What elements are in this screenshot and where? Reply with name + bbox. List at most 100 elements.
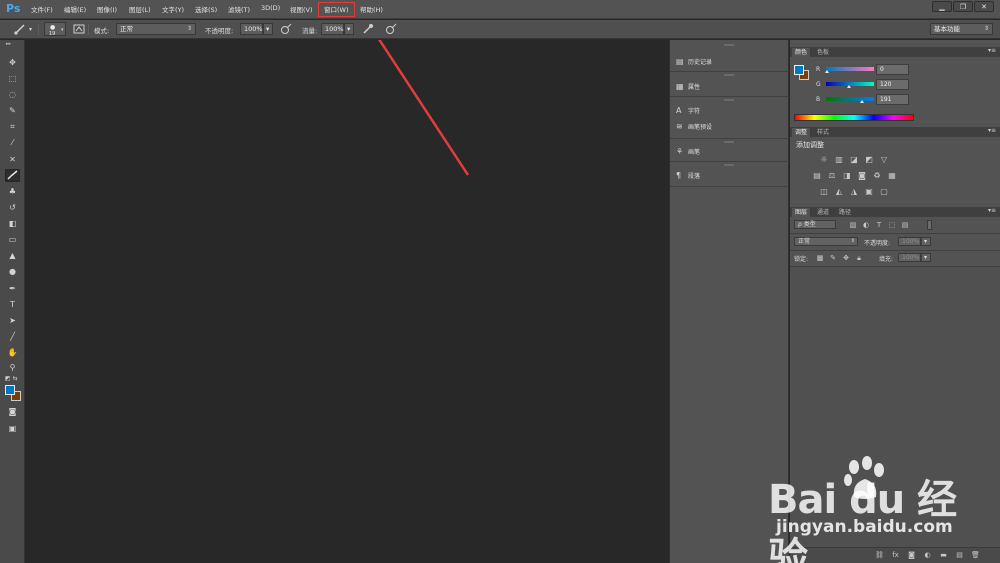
hand-tool-icon[interactable]: ✋ xyxy=(5,346,20,359)
color-panel-foreground-swatch[interactable] xyxy=(794,65,804,75)
curves-icon[interactable]: ◪ xyxy=(849,155,859,165)
dock-paragraph[interactable]: ¶ 段落 xyxy=(676,171,700,185)
mode-select[interactable]: 正常 ⇕ xyxy=(116,23,196,35)
marquee-tool-icon[interactable]: ⬚ xyxy=(5,72,20,85)
pressure-opacity-icon[interactable] xyxy=(279,23,292,36)
line-tool-icon[interactable]: ╱ xyxy=(5,330,20,343)
slider-b[interactable] xyxy=(826,97,874,101)
tab-layers[interactable]: 图层 xyxy=(792,208,811,217)
fill-dropdown[interactable]: ▾ xyxy=(921,253,931,262)
filter-smart-object-icon[interactable]: ▤ xyxy=(900,220,910,230)
dock-character[interactable]: A 字符 xyxy=(676,106,700,120)
history-brush-tool-icon[interactable]: ↺ xyxy=(5,201,20,214)
layer-filter-select[interactable]: ρ 类型 xyxy=(794,220,836,229)
dock-grip[interactable] xyxy=(724,164,734,166)
brush-panel-toggle-icon[interactable] xyxy=(72,23,85,36)
dock-grip[interactable] xyxy=(724,74,734,76)
photo-filter-icon[interactable]: ◙ xyxy=(857,171,867,181)
pen-tool-icon[interactable]: ✒ xyxy=(5,282,20,295)
brush-tool-icon[interactable] xyxy=(5,169,20,182)
filter-pixel-icon[interactable]: ▨ xyxy=(848,220,858,230)
menu-layer[interactable]: 图层(L) xyxy=(129,4,151,16)
tab-swatches[interactable]: 色板 xyxy=(814,48,832,57)
tab-styles[interactable]: 样式 xyxy=(814,128,832,137)
dodge-tool-icon[interactable]: ● xyxy=(5,265,20,278)
filter-shape-icon[interactable]: ⬚ xyxy=(887,220,897,230)
menu-view[interactable]: 视图(V) xyxy=(290,4,313,16)
fill-input[interactable]: 100% xyxy=(898,253,921,262)
workspace-select[interactable]: 基本功能 ⇕ xyxy=(930,23,993,35)
tab-channels[interactable]: 通道 xyxy=(814,208,832,217)
opacity-dropdown-button[interactable]: ▾ xyxy=(263,23,273,35)
chevron-down-icon[interactable]: ▾ xyxy=(27,23,34,36)
dock-grip[interactable] xyxy=(724,99,734,101)
lasso-tool-icon[interactable]: ◌ xyxy=(5,88,20,101)
panel-menu-icon[interactable]: ▾≡ xyxy=(988,207,996,214)
screen-mode-icon[interactable]: ▣ xyxy=(5,422,20,435)
layer-opacity-dropdown[interactable]: ▾ xyxy=(921,237,931,246)
panel-menu-icon[interactable]: ▾≡ xyxy=(988,47,996,54)
filter-toggle[interactable] xyxy=(927,220,932,230)
lock-all-icon[interactable]: 🔒︎ xyxy=(854,253,864,263)
channel-mixer-icon[interactable]: ♻ xyxy=(872,171,882,181)
default-colors-icon[interactable]: ◩ ⇆ xyxy=(5,375,18,382)
minimize-button[interactable]: ▁ xyxy=(932,1,952,12)
restore-button[interactable]: ❐ xyxy=(953,1,973,12)
menu-3d[interactable]: 3D(D) xyxy=(261,4,280,16)
quick-selection-tool-icon[interactable]: ✎ xyxy=(5,104,20,117)
menu-type[interactable]: 文字(Y) xyxy=(162,4,184,16)
color-spectrum-bar[interactable] xyxy=(794,114,914,121)
posterize-icon[interactable]: ◭ xyxy=(834,187,844,197)
vibrance-icon[interactable]: ▽ xyxy=(879,155,889,165)
quick-mask-icon[interactable]: ◙ xyxy=(5,405,20,418)
gradient-tool-icon[interactable]: ▭ xyxy=(5,233,20,246)
lock-pixels-icon[interactable]: ✎ xyxy=(828,253,838,263)
menu-help[interactable]: 帮助(H) xyxy=(360,4,383,16)
slider-r[interactable] xyxy=(826,67,874,71)
lock-transparent-icon[interactable]: ▩ xyxy=(815,253,825,263)
move-tool-icon[interactable]: ✥ xyxy=(5,56,20,69)
black-white-icon[interactable]: ◨ xyxy=(842,171,852,181)
crop-tool-icon[interactable]: ⌗ xyxy=(5,120,20,133)
threshold-icon[interactable]: ◮ xyxy=(849,187,859,197)
color-lookup-icon[interactable]: ▦ xyxy=(887,171,897,181)
menu-edit[interactable]: 编辑(E) xyxy=(64,4,86,16)
filter-adjustment-icon[interactable]: ◐ xyxy=(861,220,871,230)
menu-filter[interactable]: 滤镜(T) xyxy=(228,4,250,16)
slider-g-thumb[interactable] xyxy=(847,85,851,88)
flow-dropdown-button[interactable]: ▾ xyxy=(344,23,354,35)
dock-grip[interactable] xyxy=(724,141,734,143)
dock-history[interactable]: ▤ 历史记录 xyxy=(676,57,712,71)
invert-icon[interactable]: ◫ xyxy=(819,187,829,197)
tab-adjustments[interactable]: 调整 xyxy=(792,128,811,137)
dock-properties[interactable]: ▦ 属性 xyxy=(676,82,700,96)
close-button[interactable]: ✕ xyxy=(974,1,994,12)
clone-stamp-tool-icon[interactable]: ♣ xyxy=(5,185,20,198)
color-balance-icon[interactable]: ⚖ xyxy=(827,171,837,181)
dock-brush[interactable]: ⚘ 画笔 xyxy=(676,147,700,161)
airbrush-icon[interactable] xyxy=(361,23,374,36)
selective-color-icon[interactable]: ▣ xyxy=(864,187,874,197)
dock-grip[interactable] xyxy=(724,44,734,46)
pressure-size-icon[interactable] xyxy=(384,23,397,36)
slider-b-thumb[interactable] xyxy=(860,100,864,103)
dock-brush-presets[interactable]: ≋ 画笔预设 xyxy=(676,122,712,136)
blend-mode-select[interactable]: 正常 ⇕ xyxy=(794,237,858,246)
foreground-color-swatch[interactable] xyxy=(5,385,15,395)
slider-r-thumb[interactable] xyxy=(825,70,829,73)
value-b[interactable]: 191 xyxy=(876,94,909,105)
gradient-map-icon[interactable]: ▢ xyxy=(879,187,889,197)
levels-icon[interactable]: ▥ xyxy=(834,155,844,165)
blur-tool-icon[interactable]: ▲ xyxy=(5,249,20,262)
panel-menu-icon[interactable]: ▾≡ xyxy=(988,127,996,134)
healing-brush-tool-icon[interactable]: ✕ xyxy=(5,153,20,166)
filter-type-icon[interactable]: T xyxy=(874,220,884,230)
opacity-input[interactable]: 100% xyxy=(240,23,263,35)
layer-opacity-input[interactable]: 100% xyxy=(898,237,921,246)
zoom-tool-icon[interactable]: ⚲ xyxy=(5,361,20,374)
type-tool-icon[interactable]: T xyxy=(5,298,20,311)
exposure-icon[interactable]: ◩ xyxy=(864,155,874,165)
tab-color[interactable]: 颜色 xyxy=(792,48,811,57)
eraser-tool-icon[interactable]: ◧ xyxy=(5,217,20,230)
menu-select[interactable]: 选择(S) xyxy=(195,4,217,16)
